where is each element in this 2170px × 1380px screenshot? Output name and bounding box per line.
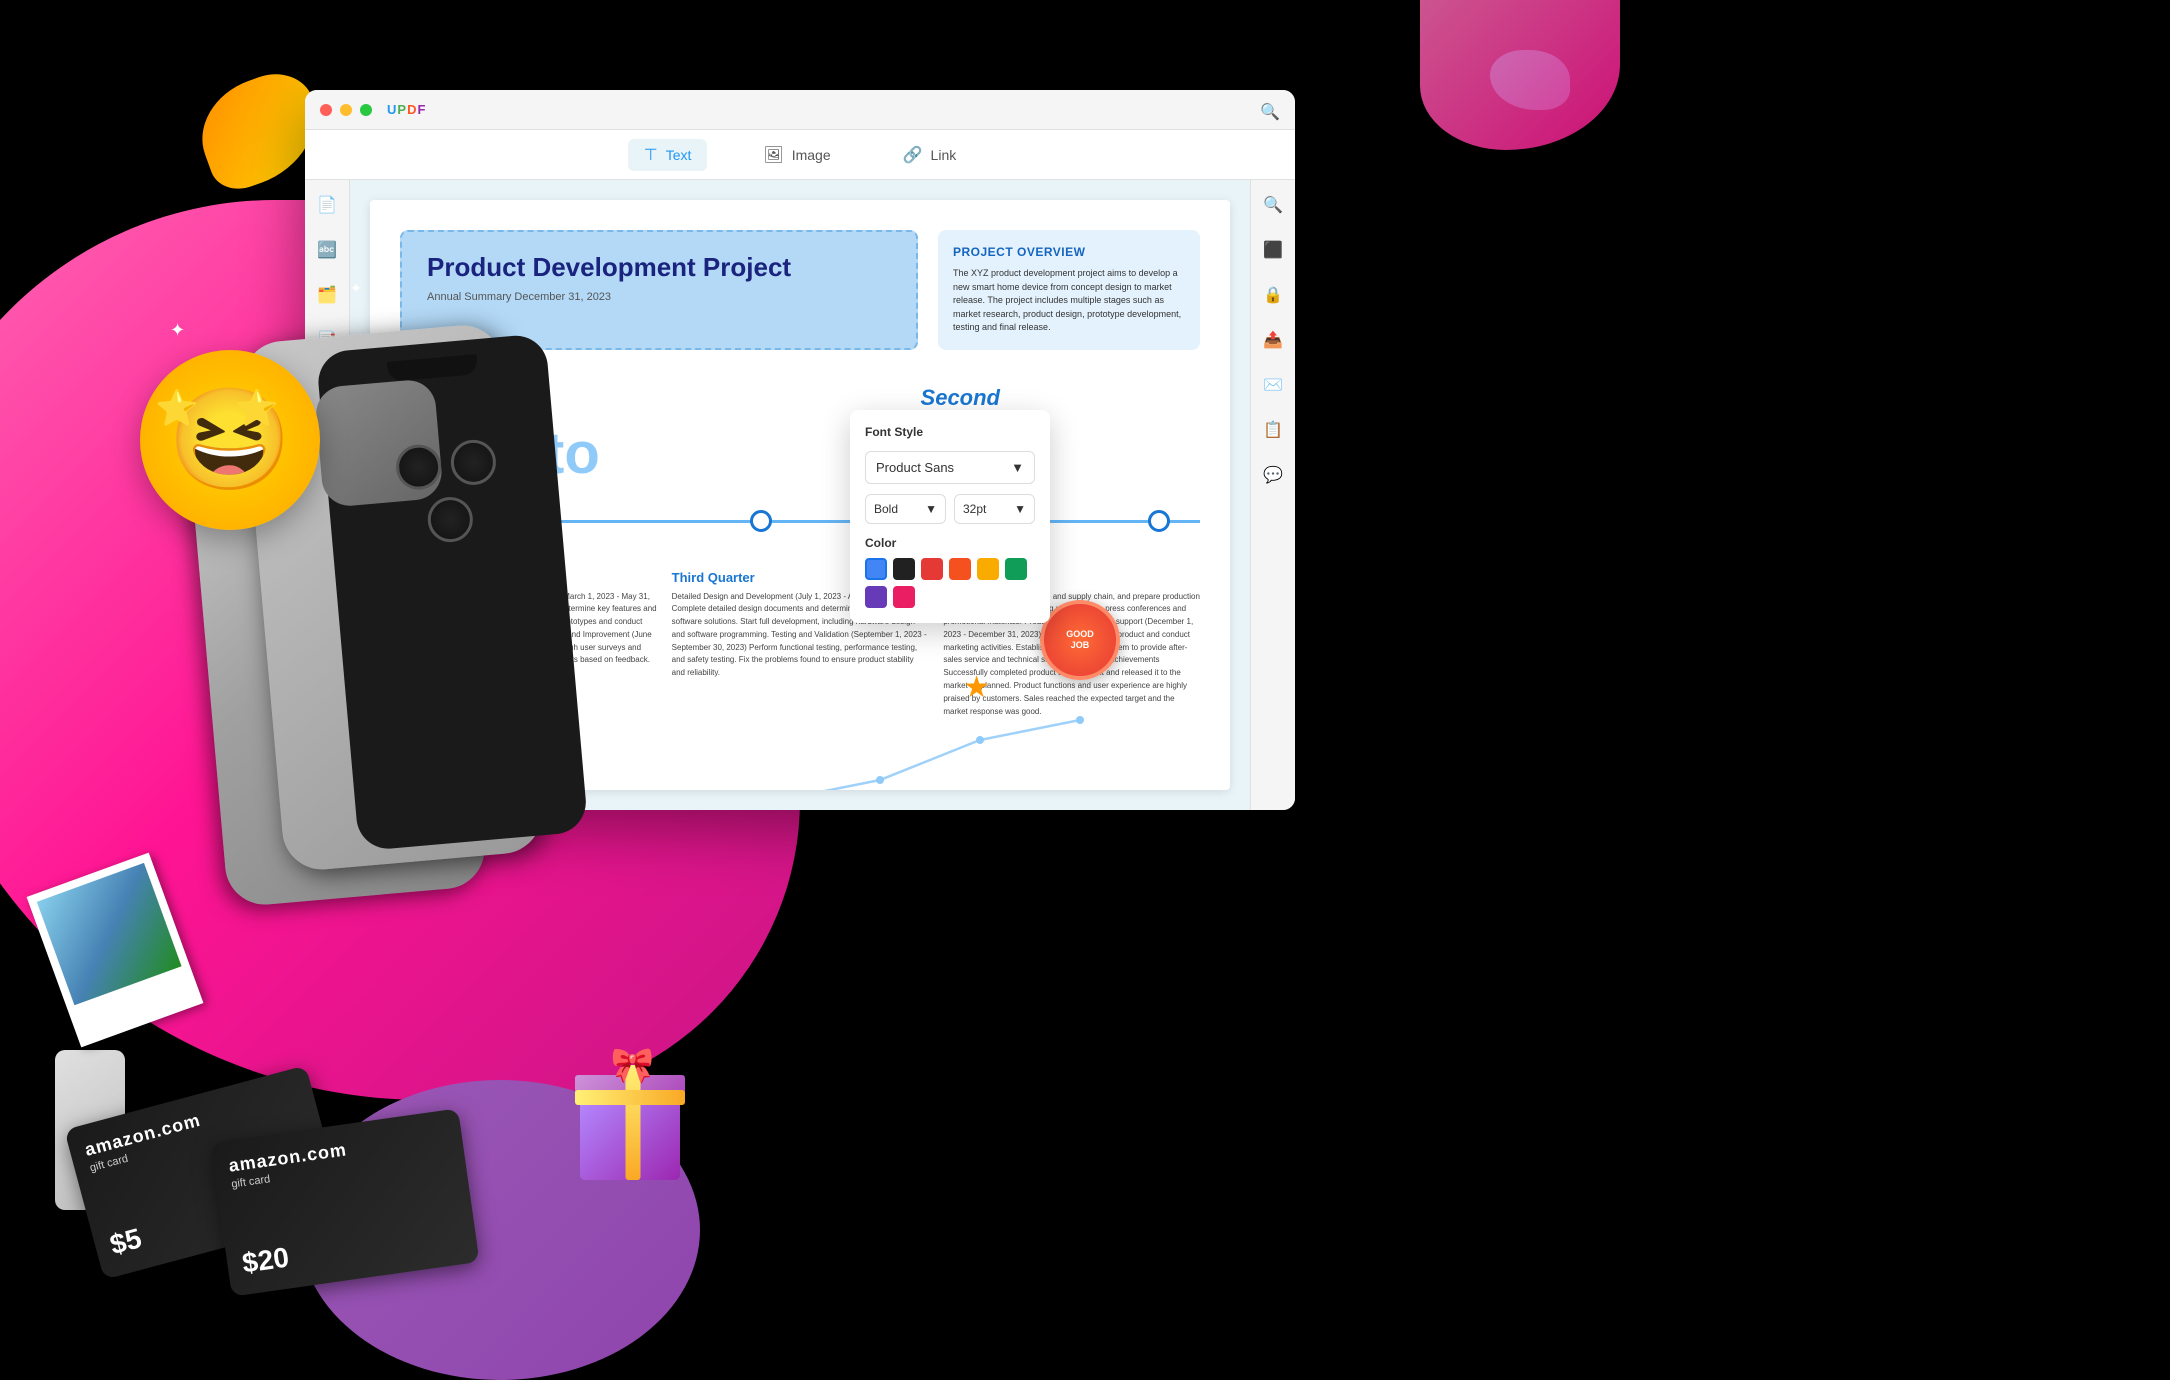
swatch-purple[interactable] xyxy=(865,586,887,608)
swatch-orange[interactable] xyxy=(949,558,971,580)
search-icon-right[interactable]: 🔍 xyxy=(1260,102,1280,122)
pdf-overview-box: PROJECT OVERVIEW The XYZ product develop… xyxy=(938,230,1200,350)
timeline-dot-2 xyxy=(750,510,772,532)
sparkle-2: ✦ xyxy=(170,320,185,341)
toolbar-text[interactable]: ⊤ Text xyxy=(628,139,708,171)
emoji-star-left: ⭐ xyxy=(155,388,199,429)
toolbar-text-label: Text xyxy=(666,147,692,163)
color-swatches xyxy=(865,558,1035,608)
card2-type: gift card xyxy=(231,1173,271,1190)
swatch-blue[interactable] xyxy=(865,558,887,580)
font-style-value: Bold xyxy=(874,502,898,516)
color-label: Color xyxy=(865,536,1035,550)
font-style-select[interactable]: Bold ▼ xyxy=(865,494,946,524)
sidebar-page-icon[interactable]: 📄 xyxy=(312,190,342,220)
toolbar-link-label: Link xyxy=(931,147,957,163)
style-row: Bold ▼ 32pt ▼ xyxy=(865,494,1035,524)
second-quarter-cursive: Second xyxy=(921,385,1000,411)
card1-amount: $5 xyxy=(107,1222,145,1261)
good-job-text-2: JOB xyxy=(1071,640,1090,651)
gift-box: 🎀 xyxy=(580,1085,685,1180)
card2-amount: $20 xyxy=(240,1242,291,1280)
swatch-pink[interactable] xyxy=(893,586,915,608)
right-search-icon[interactable]: 🔍 xyxy=(1258,190,1288,220)
title-bar: UPDF xyxy=(305,90,1295,130)
font-name-value: Product Sans xyxy=(876,460,954,475)
swatch-red[interactable] xyxy=(921,558,943,580)
size-dropdown-icon: ▼ xyxy=(1014,502,1026,516)
right-clip-icon[interactable]: 📋 xyxy=(1258,415,1288,445)
right-share-icon[interactable]: 📤 xyxy=(1258,325,1288,355)
pdf-header: Product Development Project Annual Summa… xyxy=(400,230,1200,350)
text-icon: ⊤ xyxy=(644,145,658,165)
good-job-badge: GOOD JOB xyxy=(1040,600,1120,680)
right-comment-icon[interactable]: 💬 xyxy=(1258,460,1288,490)
right-email-icon[interactable]: ✉️ xyxy=(1258,370,1288,400)
swatch-green[interactable] xyxy=(1005,558,1027,580)
close-button[interactable] xyxy=(320,104,332,116)
chart-svg xyxy=(780,700,1100,791)
swatch-black[interactable] xyxy=(893,558,915,580)
font-size-value: 32pt xyxy=(963,502,986,516)
font-dropdown-icon: ▼ xyxy=(1011,460,1024,475)
overview-text: The XYZ product development project aims… xyxy=(953,267,1185,335)
sparkle-1: ✦ xyxy=(350,280,362,297)
link-icon: 🔗 xyxy=(903,145,923,165)
popup-title: Font Style xyxy=(865,425,1035,439)
font-size-select[interactable]: 32pt ▼ xyxy=(954,494,1035,524)
pdf-subtitle: Annual Summary December 31, 2023 xyxy=(427,291,891,303)
orange-star: ★ xyxy=(963,670,990,705)
sidebar-toc-icon[interactable]: 🗂️ xyxy=(312,280,342,310)
good-job-text-1: GOOD xyxy=(1066,629,1094,640)
right-lock-icon[interactable]: 🔒 xyxy=(1258,280,1288,310)
right-sidebar: 🔍 ⬛ 🔒 📤 ✉️ 📋 💬 xyxy=(1250,180,1295,810)
toolbar-link[interactable]: 🔗 Link xyxy=(887,139,973,171)
app-title: UPDF xyxy=(387,102,426,117)
sidebar-text-icon[interactable]: 🔤 xyxy=(312,235,342,265)
toolbar: ⊤ Text 🖼 Image 🔗 Link 🔍 xyxy=(305,130,1295,180)
font-name-select[interactable]: Product Sans ▼ xyxy=(865,451,1035,484)
amazon-logo-2: amazon.com xyxy=(227,1139,348,1176)
right-scan-icon[interactable]: ⬛ xyxy=(1258,235,1288,265)
toolbar-image[interactable]: 🖼 Image xyxy=(747,139,846,171)
toolbar-image-label: Image xyxy=(792,147,831,163)
overview-title: PROJECT OVERVIEW xyxy=(953,245,1185,259)
emoji-star-right: ⭐ xyxy=(235,388,279,429)
minimize-button[interactable] xyxy=(340,104,352,116)
maximize-button[interactable] xyxy=(360,104,372,116)
pdf-title: Product Development Project xyxy=(427,252,891,283)
emoji-face: 😆 xyxy=(140,350,320,530)
style-dropdown-icon: ▼ xyxy=(925,502,937,516)
window-controls[interactable] xyxy=(320,104,372,116)
timeline-dot-4 xyxy=(1148,510,1170,532)
swatch-yellow[interactable] xyxy=(977,558,999,580)
font-style-popup: Font Style Product Sans ▼ Bold ▼ 32pt ▼ … xyxy=(850,410,1050,623)
image-icon: 🖼 xyxy=(763,145,783,165)
